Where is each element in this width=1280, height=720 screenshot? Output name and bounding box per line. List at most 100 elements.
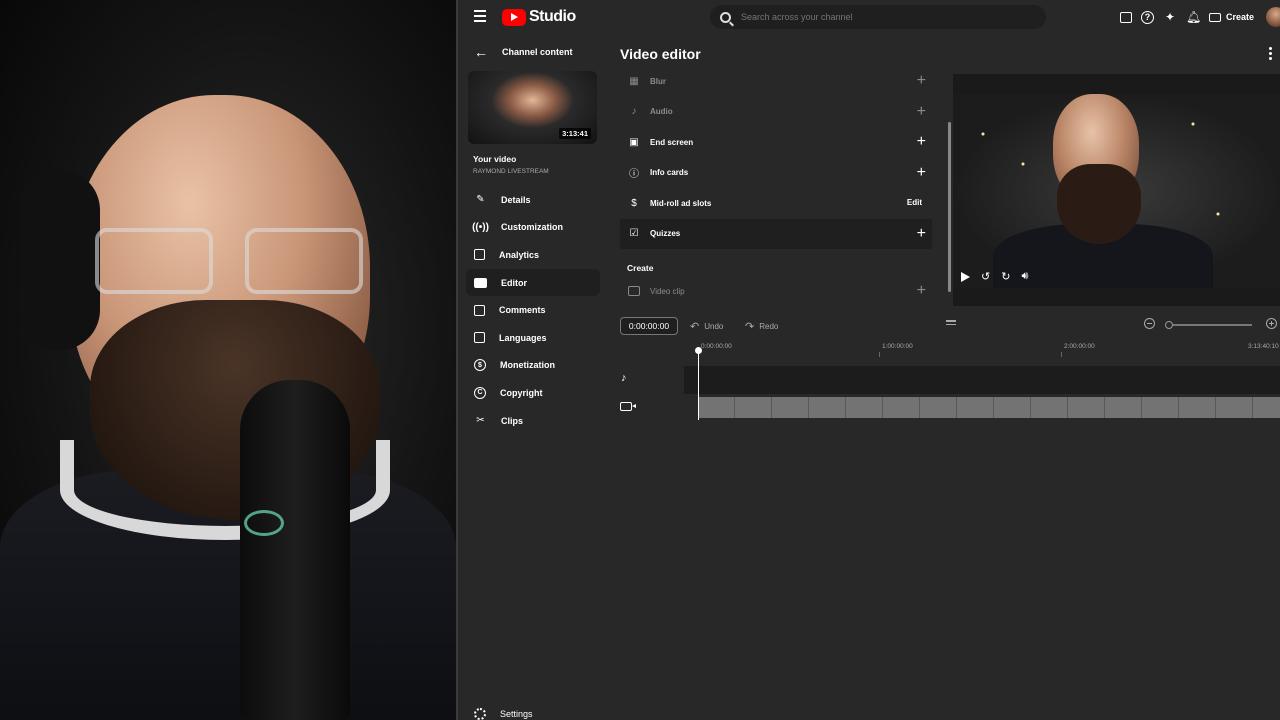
- pencil-icon: ✎: [476, 194, 485, 206]
- info-icon: ⓘ: [629, 169, 639, 181]
- add-audio-button[interactable]: +: [917, 103, 926, 120]
- studio-logo[interactable]: Studio: [502, 8, 576, 26]
- video-thumbnail[interactable]: 3:13:41: [468, 71, 597, 144]
- undo-label: Undo: [704, 322, 724, 331]
- avatar[interactable]: [1266, 7, 1280, 27]
- tool-label: Mid-roll ad slots: [650, 198, 712, 208]
- ruler-label: 0:00:00:00: [701, 343, 732, 350]
- tool-row-video-clip[interactable]: Video clip +: [620, 276, 932, 306]
- create-button[interactable]: Create: [1208, 12, 1254, 22]
- add-end-screen-button[interactable]: +: [917, 134, 926, 150]
- back-to-channel-content[interactable]: ← Channel content: [474, 44, 573, 60]
- end-screen-icon: ▣: [629, 136, 639, 148]
- brand-name: Studio: [529, 8, 576, 25]
- settings-label: Settings: [500, 709, 533, 719]
- video-preview[interactable]: ↺ ↻ 🔊︎: [953, 74, 1280, 306]
- subtitles-icon: [474, 332, 485, 344]
- copyright-icon: C: [474, 386, 486, 399]
- audio-track[interactable]: [684, 366, 1280, 394]
- undo-icon: ↶: [690, 321, 700, 333]
- ruler-label: 1:00:00:00: [882, 343, 913, 350]
- tools-scrollbar[interactable]: [947, 72, 951, 310]
- tool-label: Audio: [650, 107, 673, 117]
- create-camera-icon: [1208, 12, 1221, 22]
- top-bar: Studio ? ✦ 🔔︎ Create: [458, 0, 1280, 34]
- analytics-icon: [474, 249, 485, 261]
- redo-label: Redo: [759, 322, 779, 331]
- preview-lights: [953, 94, 1280, 288]
- add-info-card-button[interactable]: +: [917, 164, 926, 181]
- studio-app: Studio ? ✦ 🔔︎ Create ← Channel content 3…: [456, 0, 1280, 720]
- sidebar-item-customization[interactable]: ((•)) Customization: [466, 214, 600, 242]
- glasses: [95, 228, 365, 298]
- sidebar-item-comments[interactable]: Comments: [466, 296, 600, 324]
- search-input[interactable]: [741, 12, 1021, 22]
- redo-icon: ↷: [745, 321, 755, 333]
- sidebar-item-monetization[interactable]: $ Monetization: [466, 352, 600, 380]
- sidebar-item-analytics[interactable]: Analytics: [466, 241, 600, 269]
- sidebar-item-label: Analytics: [499, 249, 540, 260]
- mic-light: [244, 510, 284, 536]
- create-section-heading: Create: [627, 263, 654, 273]
- tool-row-blur[interactable]: ▦ Blur +: [620, 66, 932, 97]
- search-bar[interactable]: [710, 5, 1046, 29]
- timeline-ruler[interactable]: 0:00:00:00 1:00:00:00 2:00:00:00 3:13:40…: [698, 342, 1280, 357]
- add-quiz-button[interactable]: +: [917, 225, 926, 242]
- feedback-icon[interactable]: [1119, 11, 1132, 23]
- sidebar-item-label: Clips: [501, 415, 524, 426]
- scissors-icon: ✂: [476, 415, 485, 427]
- more-options-icon[interactable]: [1269, 47, 1272, 62]
- video-track-icon: [620, 402, 636, 411]
- back-label: Channel content: [502, 47, 573, 57]
- volume-icon[interactable]: 🔊︎: [1021, 270, 1028, 283]
- undo-button[interactable]: ↶ Undo: [690, 320, 723, 333]
- tool-row-quizzes[interactable]: ☑ Quizzes +: [620, 218, 932, 249]
- sidebar-item-label: Customization: [501, 222, 563, 233]
- resize-handle[interactable]: [946, 320, 956, 327]
- add-video-clip-button[interactable]: +: [917, 283, 926, 299]
- sidebar-item-languages[interactable]: Languages: [466, 324, 600, 352]
- playhead[interactable]: [695, 347, 702, 420]
- sidebar-item-editor[interactable]: Editor: [466, 268, 600, 297]
- bell-icon[interactable]: 🔔︎: [1186, 10, 1201, 24]
- music-note-icon: ♪: [631, 106, 637, 118]
- search-icon[interactable]: [720, 11, 731, 23]
- sidebar-item-label: Details: [501, 194, 531, 205]
- comments-icon: [474, 304, 485, 316]
- thumbnail-duration: 3:13:41: [559, 128, 591, 139]
- hamburger-menu-icon[interactable]: [474, 10, 486, 22]
- tool-label: Video clip: [650, 286, 685, 296]
- quiz-checkbox-icon: ☑: [629, 228, 639, 240]
- zoom-out-icon[interactable]: [1144, 318, 1155, 329]
- zoom-slider[interactable]: [1165, 321, 1252, 329]
- timecode-field[interactable]: 0:00:00:00: [620, 317, 678, 335]
- play-icon[interactable]: [961, 271, 970, 282]
- zoom-in-icon[interactable]: [1266, 318, 1277, 329]
- help-icon[interactable]: ?: [1140, 10, 1154, 24]
- sidebar-item-copyright[interactable]: C Copyright: [466, 379, 600, 407]
- webcam-feed: [0, 0, 456, 720]
- tool-label: End screen: [650, 137, 694, 147]
- forward-10-icon[interactable]: ↻: [1001, 270, 1010, 283]
- tool-row-info-cards[interactable]: ⓘ Info cards +: [620, 158, 932, 189]
- add-blur-button[interactable]: +: [917, 73, 926, 89]
- edit-ad-slots-button[interactable]: Edit: [907, 198, 922, 207]
- sidebar-item-settings[interactable]: Settings: [474, 708, 533, 720]
- tool-row-audio[interactable]: ♪ Audio +: [620, 97, 932, 128]
- redo-button[interactable]: ↷ Redo: [745, 320, 778, 333]
- sidebar-item-label: Monetization: [500, 360, 555, 371]
- dollar-circle-icon: $: [631, 197, 637, 209]
- tool-label: Blur: [650, 76, 666, 86]
- blur-icon: ▦: [629, 75, 639, 87]
- create-label: Create: [1225, 12, 1254, 22]
- tool-row-end-screen[interactable]: ▣ End screen +: [620, 127, 932, 158]
- video-track[interactable]: [698, 397, 1280, 418]
- zoom-slider-knob[interactable]: [1165, 321, 1173, 329]
- sidebar-item-details[interactable]: ✎ Details: [466, 186, 600, 214]
- audio-track-icon: ♪: [621, 372, 627, 384]
- back-arrow-icon: ←: [474, 44, 488, 60]
- sidebar-item-clips[interactable]: ✂ Clips: [466, 407, 600, 435]
- rewind-10-icon[interactable]: ↺: [981, 270, 990, 283]
- tool-row-mid-roll-ads[interactable]: $ Mid-roll ad slots Edit: [620, 188, 932, 219]
- sparkle-icon[interactable]: ✦: [1163, 10, 1177, 24]
